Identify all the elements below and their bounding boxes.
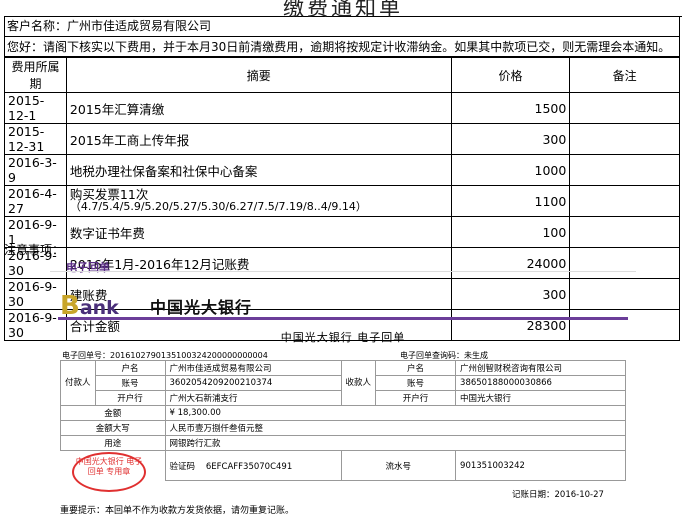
row-price: 300 — [450, 123, 571, 155]
table-row: 2015-12-31 2015年工商上传年报 300 — [4, 123, 680, 155]
verify-cell: 验证码 6EFCAFF35070C491 — [164, 450, 342, 481]
row-date: 2015-12-1 — [4, 92, 67, 124]
row-note — [569, 216, 680, 248]
row-note — [569, 92, 680, 124]
divider — [50, 271, 636, 272]
bank-logo-rest: ank — [79, 297, 119, 319]
payer-account: 36020542092002103​74 — [164, 375, 342, 391]
table-row: 2016-9-1 数字证书年费 100 — [4, 216, 680, 248]
row-note — [569, 185, 680, 217]
header-note: 备注 — [569, 57, 680, 93]
posting-date: 记账日期：2016-10-27 — [512, 490, 604, 500]
payer-name-label: 户名 — [94, 360, 166, 376]
payer-name: 广州市佳适成贸易有限公司 — [164, 360, 342, 376]
table-row: 2015-12-1 2015年汇算清缴 1500 — [4, 92, 680, 124]
payer-bank-label: 开户行 — [94, 390, 166, 406]
verify-label: 验证码 — [169, 461, 196, 472]
row-summary-line2: （4.7/5.4/5.9/5.20/5.27/5.30/6.27/7.5/7.1… — [69, 200, 367, 213]
payee-bank-label: 开户行 — [375, 390, 457, 406]
serial-label: 流水号 — [340, 450, 457, 481]
serial-number: 901351003242 — [455, 450, 626, 481]
purpose-label: 用途 — [60, 435, 166, 451]
row-summary: 2015年汇算清缴 — [65, 92, 452, 124]
row-note — [569, 123, 680, 155]
amount-words: 人民币壹万捌仟叁佰元整 — [164, 420, 627, 436]
e-receipt-title: 电子回单 — [66, 261, 110, 274]
row-date: 2016-3-9 — [4, 154, 67, 186]
payer-account-label: 账号 — [94, 375, 166, 391]
page-title: 缴费通知单 — [4, 0, 682, 20]
payer-bank: 广州大石新浦支行 — [164, 390, 342, 406]
amount-value: ¥ 18,300.00 — [164, 405, 627, 421]
receipt-heading: 中国光大银行 电子回单 — [280, 331, 406, 344]
payee-name: 广州创智财税咨询有限公司 — [455, 360, 626, 376]
row-note — [569, 154, 680, 186]
row-summary: 地税办理社保备案和社保中心备案 — [65, 154, 452, 186]
row-summary: 2015年工商上传年报 — [65, 123, 452, 155]
header-summary: 摘要 — [65, 57, 452, 93]
amount-label: 金额 — [60, 405, 166, 421]
row-price: 1500 — [450, 92, 571, 124]
bank-stamp: 中国光大银行 电子回单 专用章 — [72, 452, 146, 492]
payee-account-label: 账号 — [375, 375, 457, 391]
bank-name: 中国光大银行 — [150, 298, 253, 317]
row-summary: 购买发票11次 （4.7/5.4/5.9/5.20/5.27/5.30/6.27… — [65, 185, 452, 217]
payee-account: 38650188000030866 — [455, 375, 626, 391]
payer-label: 付款人 — [60, 360, 96, 406]
row-price: 1100 — [450, 185, 571, 217]
table-header-row: 费用所属期 摘要 价格 备注 — [4, 57, 680, 93]
purpose-value: 网银跨行汇款 — [164, 435, 627, 451]
verify-code: 6EFCAFF35070C491 — [205, 461, 293, 472]
header-price: 价格 — [450, 57, 571, 93]
payee-bank: 中国光大银行 — [455, 390, 626, 406]
brand-bar — [58, 317, 628, 320]
amount-words-label: 金额大写 — [60, 420, 166, 436]
important-tip: 重要提示：本回单不作为收款方发货依据，请勿重复记账。 — [60, 506, 295, 516]
row-price: 1000 — [450, 154, 571, 186]
customer-name: 客户名称：广州市佳适成贸易有限公司 — [4, 16, 680, 37]
table-row: 2016-3-9 地税办理社保备案和社保中心备案 1000 — [4, 154, 680, 186]
notice-text: 您好：请阁下核实以下费用，并于本月30日前清缴费用，逾期将按规定计收滞纳金。如果… — [4, 37, 680, 57]
bank-receipt: 电子回单 Bank 中国光大银行 中国光大银行 电子回单 电子回单号：20161… — [50, 254, 636, 516]
receipt-table: 付款人 户名 广州市佳适成贸易有限公司 收款人 户名 广州创智财税咨询有限公司 … — [60, 360, 627, 481]
table-row: 2016-4-27 购买发票11次 （4.7/5.4/5.9/5.20/5.27… — [4, 185, 680, 217]
payee-name-label: 户名 — [375, 360, 457, 376]
row-summary: 数字证书年费 — [65, 216, 452, 248]
header-date: 费用所属期 — [4, 57, 67, 93]
row-date: 2016-4-27 — [4, 185, 67, 217]
row-price: 100 — [450, 216, 571, 248]
row-date: 2015-12-31 — [4, 123, 67, 155]
payee-label: 收款人 — [340, 360, 377, 406]
